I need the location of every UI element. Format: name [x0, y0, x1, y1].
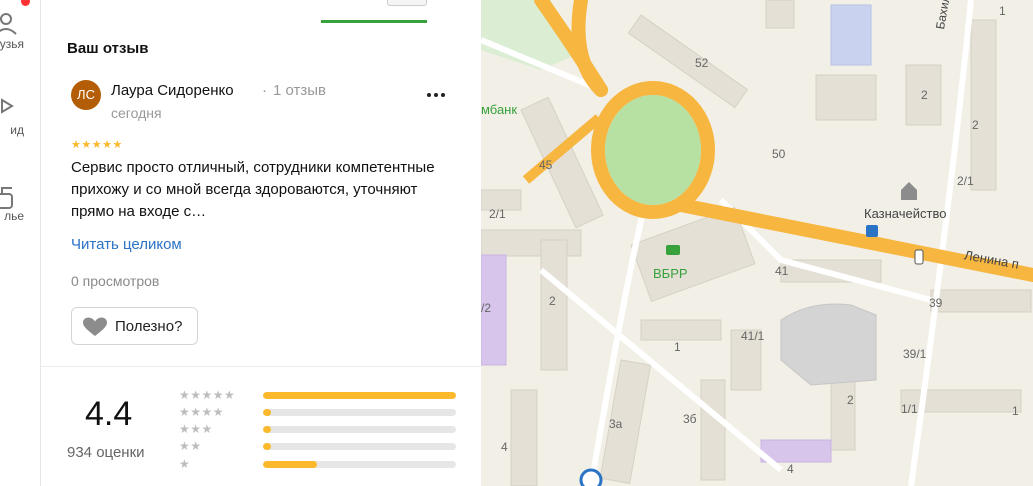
poi-bank-label[interactable]: мбанк: [481, 102, 517, 117]
house-number: 2: [921, 88, 928, 102]
heart-icon: [83, 317, 107, 336]
ratings-count: 934 оценки: [67, 444, 145, 461]
house-number: 2/1: [957, 174, 974, 188]
house-number: 2: [847, 393, 854, 407]
more-options-button[interactable]: [423, 84, 449, 104]
scroll-chip[interactable]: [387, 0, 427, 6]
house-number: 45: [539, 158, 553, 172]
distribution-stars-3: ★★★: [179, 422, 213, 436]
house-number: 50: [772, 147, 786, 161]
rail-label-guide: ид: [10, 123, 24, 137]
review-rating-stars: ★★★★★: [71, 139, 123, 151]
average-rating: 4.4: [85, 395, 133, 433]
distribution-bar-4: [263, 409, 456, 416]
house-number: 4: [501, 440, 508, 454]
review-text: Сервис просто отличный, сотрудники компе…: [71, 159, 435, 220]
useful-button[interactable]: Полезно?: [71, 307, 198, 345]
house-number: 1: [674, 340, 681, 354]
avatar[interactable]: ЛС: [71, 80, 101, 110]
section-divider: [41, 366, 481, 367]
rail-item-guide[interactable]: ид: [0, 96, 40, 140]
distribution-stars-2: ★★: [179, 439, 202, 453]
more-dots-icon: [427, 93, 445, 97]
guide-icon: [0, 98, 14, 114]
views-count: 0 просмотров: [71, 273, 160, 289]
house-number: 3а: [609, 417, 623, 431]
house-number: 1: [1012, 404, 1019, 418]
house-number: 4: [787, 462, 794, 476]
meta-separator: ·: [262, 82, 267, 99]
house-number: 2: [972, 118, 979, 132]
active-tab-indicator: [321, 20, 427, 23]
read-more-link[interactable]: Читать целиком: [71, 236, 182, 253]
distribution-stars-5: ★★★★★: [179, 388, 236, 402]
house-number: 3б: [683, 412, 697, 426]
author-name[interactable]: Лаура Сидоренко: [111, 82, 234, 99]
rail-item-gallery[interactable]: лье: [0, 182, 40, 226]
rail-item-friends[interactable]: узья: [0, 10, 40, 54]
distribution-fill-1: [263, 461, 318, 468]
author-review-count: 1 отзыв: [273, 82, 327, 99]
poi-vbrr-label[interactable]: ВБРР: [653, 266, 688, 281]
useful-label: Полезно?: [115, 318, 183, 335]
distribution-bar-1: [263, 461, 456, 468]
poi-treasury-label[interactable]: Казначейство: [864, 206, 946, 221]
distribution-bar-2: [263, 443, 456, 450]
house-number: 39/1: [903, 347, 927, 361]
distribution-stars-4: ★★★★: [179, 405, 225, 419]
house-number: 2: [549, 294, 556, 308]
distribution-fill-2: [263, 443, 271, 450]
section-title: Ваш отзыв: [67, 40, 149, 57]
notification-dot: [21, 0, 30, 6]
rail-label-friends: узья: [0, 37, 24, 51]
distribution-fill-5: [263, 392, 456, 399]
distribution-bar-5: [263, 392, 456, 399]
map-canvas: [481, 0, 1033, 486]
map-view[interactable]: Бахилова Ленина п 52 45 50 2/1 2 2 2 1 1…: [481, 0, 1033, 486]
gallery-icon: [0, 187, 13, 209]
friends-icon: [0, 13, 17, 35]
house-number: 2/1: [489, 207, 506, 221]
house-number: 52: [695, 56, 709, 70]
side-rail: узья ид лье: [0, 0, 41, 486]
distribution-fill-3: [263, 426, 271, 433]
house-number: 41: [775, 264, 789, 278]
tabs-strip: [41, 0, 481, 24]
house-number: 1/1: [901, 402, 918, 416]
rail-label-gallery: лье: [4, 209, 24, 223]
author-meta: · 1 отзыв: [262, 82, 326, 99]
distribution-stars-1: ★: [179, 457, 191, 471]
distribution-bar-3: [263, 426, 456, 433]
review-date: сегодня: [111, 105, 162, 121]
house-number: 41/1: [741, 329, 765, 343]
distribution-fill-4: [263, 409, 271, 416]
house-number: 1: [999, 4, 1006, 18]
review-panel: Ваш отзыв ЛС Лаура Сидоренко · 1 отзыв се…: [41, 0, 481, 486]
house-number: 39: [929, 296, 943, 310]
house-number: /2: [481, 301, 492, 315]
